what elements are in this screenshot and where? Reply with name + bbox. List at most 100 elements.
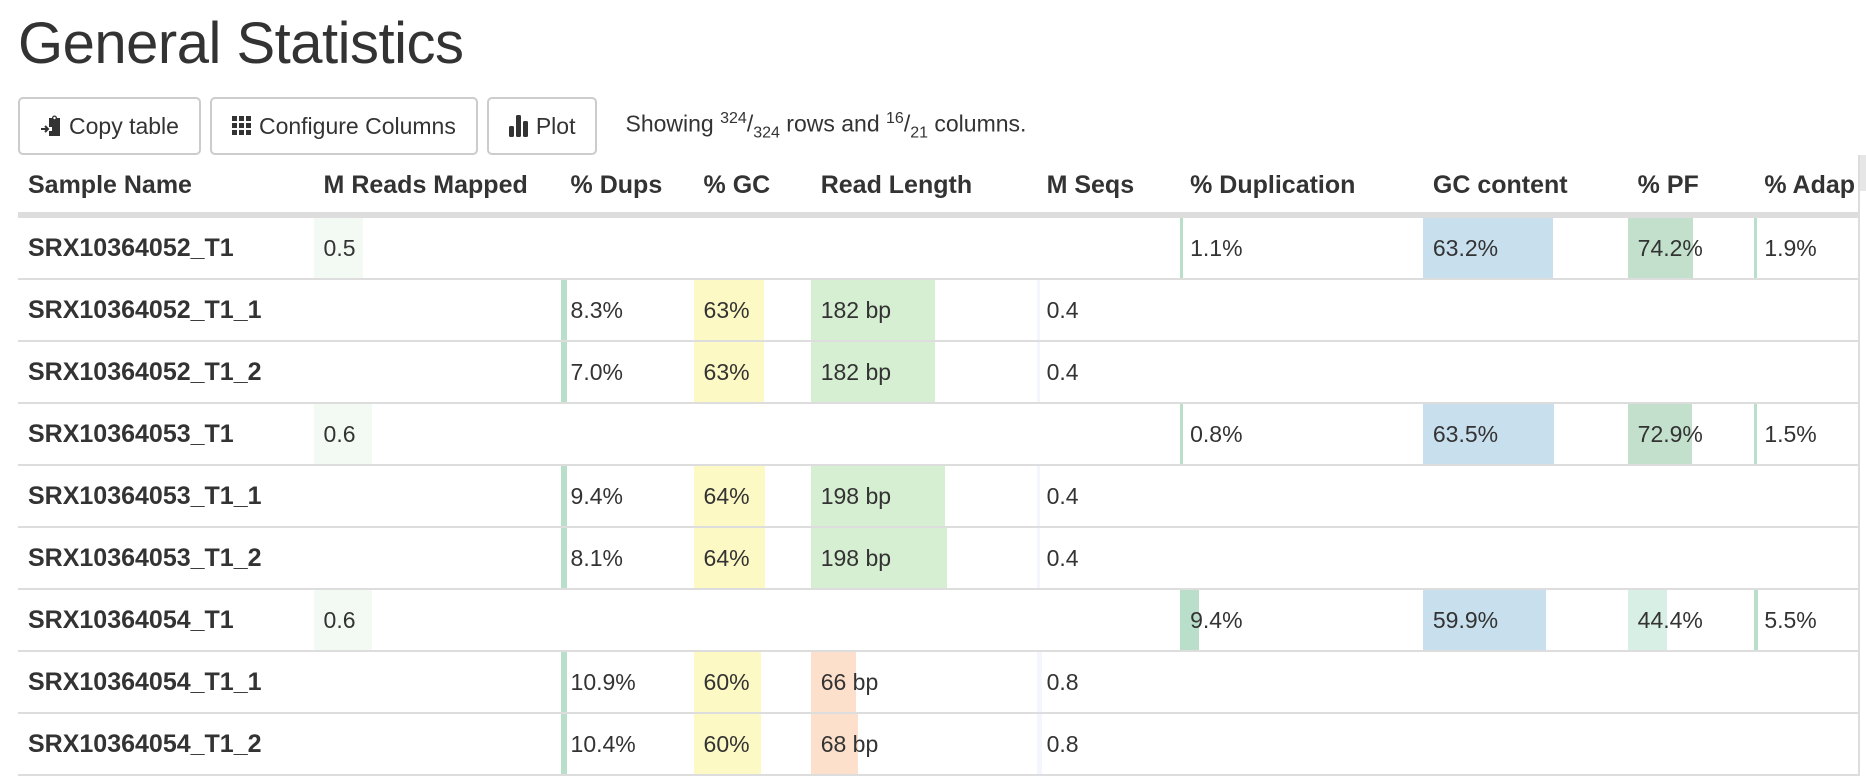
gc-content-cell: [1422, 279, 1628, 342]
pct-gc-cell: 63%: [693, 279, 811, 342]
column-header-pct-duplication[interactable]: % Duplication: [1180, 158, 1423, 218]
sample-name-cell: SRX10364054_T1: [18, 589, 314, 652]
m-reads-mapped-value: 0.6: [323, 421, 356, 447]
pct-pf-cell: 74.2%: [1627, 215, 1755, 280]
m-seqs-value: 0.4: [1046, 359, 1079, 385]
pct-pf-cell: [1627, 527, 1755, 590]
horizontal-scroll-edge[interactable]: [1858, 155, 1866, 776]
m-reads-mapped-cell: [313, 527, 561, 590]
pct-adapter-value: 5.5%: [1764, 607, 1817, 633]
pct-duplication-cell: [1180, 527, 1423, 590]
pct-adapter-value: 1.5%: [1764, 421, 1817, 447]
pct-dups-value: 8.3%: [570, 297, 623, 323]
column-header-pct-pf[interactable]: % PF: [1627, 158, 1755, 218]
read-length-cell: 68 bp: [810, 713, 1037, 776]
plot-button[interactable]: Plot: [486, 97, 598, 155]
sample-name-cell: SRX10364053_T1: [18, 403, 314, 466]
column-header-m-seqs[interactable]: M Seqs: [1036, 158, 1181, 218]
pct-gc-cell: 64%: [693, 465, 811, 528]
gc-content-value: 63.2%: [1432, 235, 1499, 261]
sample-name-cell: SRX10364054_T1_1: [18, 651, 314, 714]
read-length-value: 182 bp: [820, 359, 892, 385]
pct-duplication-bar: [1180, 404, 1184, 464]
plot-label: Plot: [535, 112, 576, 139]
pct-duplication-cell: [1180, 341, 1423, 404]
bar-chart-icon: [508, 115, 529, 137]
column-header-m-reads-mapped[interactable]: M Reads Mapped: [313, 158, 561, 218]
pct-pf-cell: [1627, 341, 1755, 404]
column-header-pct-dups[interactable]: % Dups: [560, 158, 694, 218]
m-seqs-bar: [1036, 342, 1040, 402]
pct-pf-value: 72.9%: [1637, 421, 1703, 447]
configure-columns-button[interactable]: Configure Columns: [209, 97, 478, 155]
table-row[interactable]: SRX10364053_T1_1 9.4% 64% 198 bp 0.4: [18, 465, 1860, 528]
table-header-row: Sample Name M Reads Mapped% Dups% GC Read …: [18, 158, 1860, 218]
pct-pf-cell: [1627, 465, 1755, 528]
read-length-value: 198 bp: [820, 545, 892, 571]
table-row[interactable]: SRX10364053_T1 0.6 0.8% 63.5% 72.9% 1.5%: [18, 403, 1860, 466]
pct-dups-cell: 7.0%: [560, 341, 694, 404]
pct-adapter-cell: [1754, 713, 1860, 776]
pct-gc-cell: 60%: [693, 651, 811, 714]
pct-pf-value: 74.2%: [1637, 235, 1703, 261]
pct-pf-cell: [1627, 713, 1755, 776]
table-row[interactable]: SRX10364052_T1_1 8.3% 63% 182 bp 0.4: [18, 279, 1860, 342]
column-header-pct-gc[interactable]: % GC: [693, 158, 811, 218]
gc-content-cell: [1422, 465, 1628, 528]
pct-duplication-cell: 9.4%: [1180, 589, 1423, 652]
pct-dups-value: 10.9%: [570, 669, 636, 695]
m-seqs-bar: [1036, 652, 1042, 712]
copy-table-button[interactable]: Copy table: [18, 97, 201, 155]
gc-content-cell: 63.2%: [1422, 215, 1628, 280]
pct-gc-value: 64%: [703, 545, 750, 571]
pct-adapter-bar: [1754, 590, 1759, 650]
table-row[interactable]: SRX10364052_T1 0.5 1.1% 63.2% 74.2% 1.9%: [18, 215, 1860, 280]
pct-dups-cell: [560, 589, 694, 652]
table-row[interactable]: SRX10364052_T1_2 7.0% 63% 182 bp 0.4: [18, 341, 1860, 404]
pct-duplication-value: 9.4%: [1190, 607, 1243, 633]
table-row[interactable]: SRX10364054_T1_2 10.4% 60% 68 bp 0.8: [18, 713, 1860, 776]
rows-total: 324: [753, 124, 780, 142]
pct-dups-bar: [560, 714, 567, 774]
m-seqs-cell: [1036, 403, 1181, 466]
m-seqs-bar: [1036, 714, 1042, 774]
table-row[interactable]: SRX10364053_T1_2 8.1% 64% 198 bp 0.4: [18, 527, 1860, 590]
m-reads-mapped-value: 0.6: [323, 607, 356, 633]
m-seqs-value: 0.4: [1046, 545, 1079, 571]
pct-gc-value: 63%: [703, 297, 750, 323]
pct-gc-cell: [693, 215, 811, 280]
pct-dups-value: 7.0%: [570, 359, 623, 385]
m-seqs-cell: 0.4: [1036, 279, 1181, 342]
pct-pf-cell: 72.9%: [1627, 403, 1755, 466]
gc-content-value: 59.9%: [1432, 607, 1499, 633]
pct-gc-cell: [693, 403, 811, 466]
sample-name-cell: SRX10364054_T1_2: [18, 713, 314, 776]
column-header-gc-content[interactable]: GC content: [1422, 158, 1628, 218]
read-length-cell: 66 bp: [810, 651, 1037, 714]
m-seqs-cell: 0.8: [1036, 713, 1181, 776]
pct-dups-cell: 9.4%: [560, 465, 694, 528]
pct-dups-cell: 8.1%: [560, 527, 694, 590]
m-seqs-cell: 0.4: [1036, 341, 1181, 404]
grid-icon: [231, 116, 252, 136]
m-reads-mapped-cell: [313, 713, 561, 776]
table-status-text: Showing 324/324 rows and 16/21 columns.: [625, 109, 1027, 142]
column-header-sample-name[interactable]: Sample Name: [18, 158, 314, 218]
sample-name-cell: SRX10364053_T1_2: [18, 527, 314, 590]
table-row[interactable]: SRX10364054_T1 0.6 9.4% 59.9% 44.4% 5.5%: [18, 589, 1860, 652]
column-header-pct-adapter[interactable]: % Adap: [1754, 158, 1860, 218]
pct-dups-bar: [560, 342, 567, 402]
pct-adapter-cell: 1.9%: [1754, 215, 1860, 280]
pct-gc-value: 64%: [703, 483, 750, 509]
pct-dups-cell: 10.9%: [560, 651, 694, 714]
scrollbar-thumb[interactable]: [1860, 155, 1866, 191]
clipboard-copy-icon: [40, 114, 62, 138]
general-stats-table-container[interactable]: Sample Name M Reads Mapped% Dups% GC Read …: [18, 158, 1860, 776]
read-length-cell: 198 bp: [810, 465, 1037, 528]
table-row[interactable]: SRX10364054_T1_1 10.9% 60% 66 bp 0.8: [18, 651, 1860, 714]
gc-content-cell: 59.9%: [1422, 589, 1628, 652]
configure-columns-label: Configure Columns: [258, 112, 456, 139]
column-header-read-length[interactable]: Read Length: [810, 158, 1037, 218]
pct-gc-value: 60%: [703, 669, 750, 695]
cols-shown: 16: [886, 109, 904, 127]
